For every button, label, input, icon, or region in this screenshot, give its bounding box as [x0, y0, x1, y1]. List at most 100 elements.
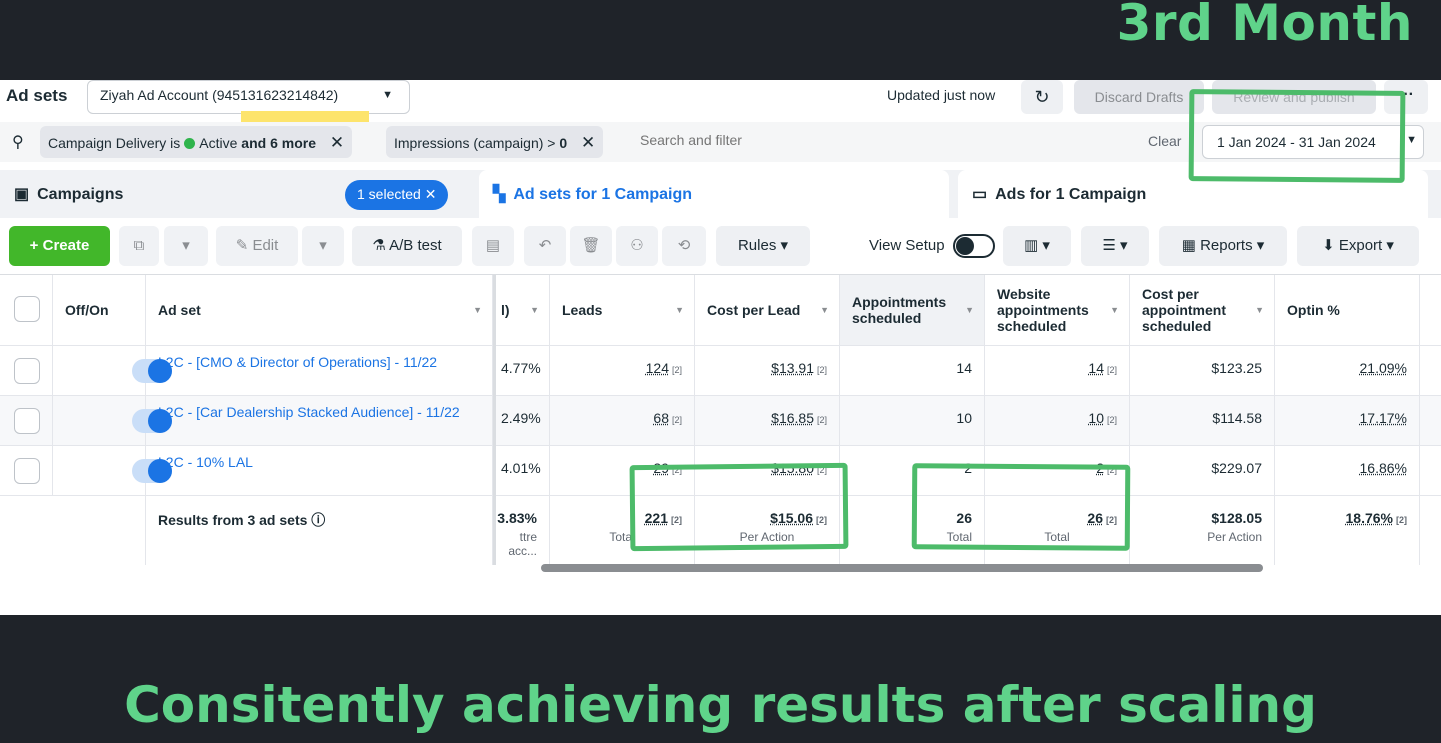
header-leads[interactable]: Leads ▼	[550, 275, 695, 345]
caret-down-icon: ▾	[780, 237, 789, 254]
view-setup-toggle[interactable]	[953, 234, 995, 258]
row-toggle-cell	[53, 446, 172, 495]
header-optin[interactable]: Optin %	[1275, 275, 1420, 345]
ab-test-button[interactable]: ⚗ A/B test	[352, 226, 462, 266]
optin-value: 16.86%	[1275, 446, 1420, 495]
headline-bottom: Consitently achieving results after scal…	[124, 676, 1317, 734]
annotation-box-appointments	[911, 463, 1131, 551]
search-icon: ⚲	[12, 134, 24, 151]
header-select-all	[0, 275, 53, 345]
rules-button[interactable]: Rules ▾	[716, 226, 810, 266]
adset-name-link[interactable]: L2C - [Car Dealership Stacked Audience] …	[146, 396, 493, 445]
columns-button[interactable]: ▥ ▾	[1003, 226, 1071, 266]
create-button[interactable]: + Create	[9, 226, 110, 266]
row-checkbox[interactable]	[14, 408, 40, 434]
row-toggle-cell	[53, 346, 172, 395]
chip-active-label: Active	[199, 135, 238, 151]
subtitle: Per Action	[1207, 530, 1262, 544]
value: 3.83%	[497, 510, 537, 526]
frozen-column-divider	[493, 275, 496, 565]
reports-button[interactable]: ▦ Reports ▾	[1159, 226, 1287, 266]
search-input[interactable]	[640, 132, 940, 148]
header-website-appointments[interactable]: Website appointments scheduled ▼	[985, 275, 1130, 345]
account-selector[interactable]: Ziyah Ad Account (945131623214842) ▼	[87, 80, 410, 114]
totals-label-text: Results from 3 ad sets	[158, 512, 308, 528]
audience-button[interactable]: ⚇	[616, 226, 658, 266]
row-select	[0, 346, 53, 395]
totals-spacer	[0, 496, 146, 565]
clear-filters-link[interactable]: Clear	[1148, 133, 1181, 149]
duplicate-dropdown-button[interactable]: ▾	[164, 226, 208, 266]
duplicate-button[interactable]: ⧉	[119, 226, 159, 266]
close-icon[interactable]: ✕	[425, 186, 437, 202]
edit-dropdown-button[interactable]: ▾	[302, 226, 344, 266]
filter-chip-delivery[interactable]: Campaign Delivery is Active and 6 more ✕	[40, 126, 353, 158]
reports-icon: ▦	[1181, 237, 1196, 254]
chip-more-label: and 6 more	[241, 135, 316, 151]
ads-manager-panel: Ad sets Ziyah Ad Account (94513162321484…	[0, 80, 1441, 615]
ref: [2]	[671, 365, 682, 375]
sort-icon: ▼	[1110, 305, 1119, 315]
trash-icon: 🗑	[581, 237, 601, 254]
header-partial[interactable]: l) ▼	[493, 275, 550, 345]
refresh-button[interactable]: ↻	[1021, 80, 1063, 114]
header-cost-per-lead[interactable]: Cost per Lead ▼	[695, 275, 840, 345]
caret-down-icon: ▾	[1386, 237, 1394, 254]
discard-drafts-button[interactable]: Discard Drafts	[1074, 80, 1204, 114]
close-icon[interactable]: ✕	[581, 133, 595, 152]
selected-label: 1 selected	[357, 186, 421, 202]
row-checkbox[interactable]	[14, 358, 40, 384]
undo-button[interactable]: ↶	[524, 226, 566, 266]
appointments-value: 14	[840, 346, 985, 395]
header-label: Cost per appointment scheduled	[1142, 286, 1226, 334]
header-adset[interactable]: Ad set ▼	[146, 275, 493, 345]
horizontal-scrollbar[interactable]	[541, 564, 1263, 572]
optin-value: 17.17%	[1275, 396, 1420, 445]
partial-value: 2.49%	[493, 396, 550, 445]
adset-name-link[interactable]: L2C - 10% LAL	[146, 446, 493, 495]
cost-per-appointment-value: $123.25	[1130, 346, 1275, 395]
header-cost-per-appointment[interactable]: Cost per appointment scheduled ▼	[1130, 275, 1275, 345]
adset-name-link[interactable]: L2C - [CMO & Director of Operations] - 1…	[146, 346, 493, 395]
duplicate-icon: ⧉	[133, 237, 145, 254]
annotation-box-leads	[629, 462, 849, 552]
clipboard-button[interactable]: ▤	[472, 226, 514, 266]
grid-icon: ▚	[493, 186, 506, 203]
value: 18.76%	[1345, 510, 1393, 526]
edit-button[interactable]: ✎ Edit	[216, 226, 298, 266]
selected-pill[interactable]: 1 selected ✕	[345, 180, 449, 210]
breakdown-button[interactable]: ☰ ▾	[1081, 226, 1149, 266]
row-checkbox[interactable]	[14, 458, 40, 484]
value: $13.91	[771, 360, 814, 376]
header-label: Cost per Lead	[707, 302, 801, 318]
close-icon[interactable]: ✕	[330, 133, 344, 152]
totals-partial: 3.83% ttre acc...	[493, 496, 550, 565]
header-label: Ad set	[158, 302, 201, 318]
sort-icon: ▼	[820, 305, 829, 315]
select-all-checkbox[interactable]	[14, 296, 40, 322]
breakdown-icon: ☰ ▾	[1102, 237, 1128, 254]
totals-cost-per-appointment: $128.05 Per Action	[1130, 496, 1275, 565]
tab-adsets[interactable]: ▚ Ad sets for 1 Campaign	[479, 170, 949, 218]
header-appointments[interactable]: Appointments scheduled ▼	[840, 275, 985, 345]
table-row[interactable]: L2C - [Car Dealership Stacked Audience] …	[0, 395, 1441, 445]
filter-chip-impressions[interactable]: Impressions (campaign) > 0 ✕	[386, 126, 604, 158]
preview-button[interactable]: ⟲	[662, 226, 706, 266]
caret-down-icon: ▼	[1406, 134, 1417, 146]
ref: [2]	[1396, 515, 1407, 525]
export-button[interactable]: ⬇ Export ▾	[1297, 226, 1419, 266]
create-label: Create	[42, 237, 90, 254]
flask-icon: ⚗	[372, 237, 386, 254]
caret-down-icon: ▾	[319, 237, 327, 254]
sort-icon: ▼	[1255, 305, 1264, 315]
delete-button[interactable]: 🗑	[570, 226, 612, 266]
info-icon[interactable]: ⓘ	[311, 512, 325, 528]
people-icon: ⚇	[630, 237, 644, 254]
download-icon: ⬇	[1322, 237, 1335, 254]
chip-value: 0	[559, 135, 568, 151]
web-appointments-value: 14 [2]	[985, 346, 1130, 395]
table-row[interactable]: L2C - [CMO & Director of Operations] - 1…	[0, 345, 1441, 395]
pencil-icon: ✎	[235, 237, 249, 254]
account-name: Ziyah Ad Account (945131623214842)	[100, 87, 339, 103]
ref: [2]	[671, 415, 682, 425]
